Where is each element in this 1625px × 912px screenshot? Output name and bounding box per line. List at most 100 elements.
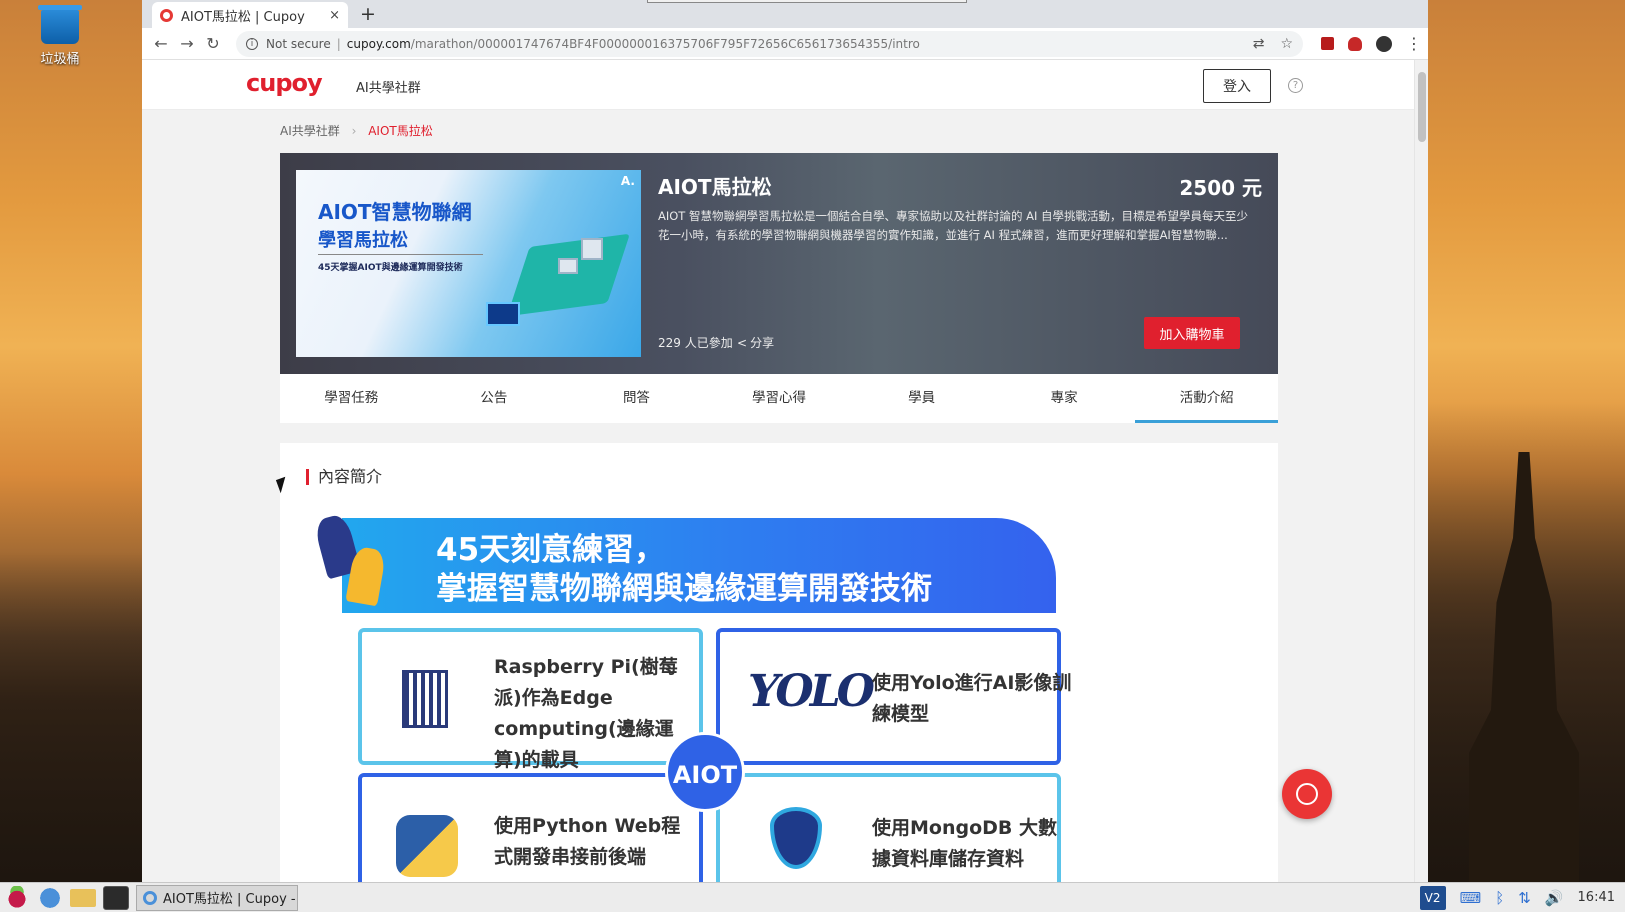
tab-event-intro[interactable]: 活動介紹 bbox=[1135, 374, 1278, 423]
browser-toolbar: ← → ↻ i Not secure | cupoy.com/marathon/… bbox=[142, 28, 1428, 60]
system-tray: V2 ⌨ ᛒ ⇅ 🔊 16:41 bbox=[1419, 885, 1621, 910]
cube-illustration bbox=[581, 238, 603, 260]
feature-text: 使用Python Web程式開發串接前後端 bbox=[494, 815, 681, 868]
file-manager-icon[interactable] bbox=[70, 888, 96, 907]
content-panel: 內容簡介 45天刻意練習， 掌握智慧物聯網與邊緣運算開發技術 Raspberry… bbox=[280, 443, 1278, 882]
share-icon: < bbox=[737, 336, 748, 350]
python-logo-icon bbox=[396, 815, 458, 877]
marathon-title: AIOT馬拉松 bbox=[658, 175, 772, 199]
brand-nav-link[interactable]: AI共學社群 bbox=[356, 77, 421, 96]
feature-text: 使用MongoDB 大數據資料庫儲存資料 bbox=[872, 817, 1058, 870]
breadcrumb: AI共學社群 › AIOT馬拉松 bbox=[280, 122, 433, 139]
cover-divider bbox=[318, 254, 483, 255]
feature-card-python: 使用Python Web程式開發串接前後端 bbox=[358, 773, 703, 882]
tab-strip: AIOT馬拉松 | Cupoy × + bbox=[142, 0, 1428, 28]
taskbar-window-button[interactable]: AIOT馬拉松 | Cupoy - ... bbox=[136, 884, 298, 911]
address-bar[interactable]: i Not secure | cupoy.com/marathon/000001… bbox=[236, 30, 1303, 57]
feature-text: Raspberry Pi(樹莓派)作為Edge computing(邊緣運算)的… bbox=[494, 656, 678, 771]
tab-learning-notes[interactable]: 學習心得 bbox=[708, 374, 851, 423]
forward-button[interactable]: → bbox=[174, 34, 200, 53]
cube-illustration bbox=[558, 258, 578, 274]
url-host: cupoy.com bbox=[346, 36, 411, 51]
window-sliver bbox=[647, 0, 967, 3]
cupoy-favicon-icon bbox=[160, 8, 173, 22]
address-separator: | bbox=[336, 36, 341, 51]
raspberry-pi-icon bbox=[402, 670, 448, 728]
page-viewport: cupoy AI共學社群 登入 ? AI共學社群 › AIOT馬拉松 AIOT智… bbox=[142, 60, 1428, 882]
taskbar-window-label: AIOT馬拉松 | Cupoy - ... bbox=[163, 892, 298, 907]
reload-button[interactable]: ↻ bbox=[200, 34, 226, 53]
chat-bubble-button[interactable] bbox=[1282, 769, 1332, 819]
login-button[interactable]: 登入 bbox=[1203, 69, 1271, 103]
keyboard-icon[interactable]: ⌨ bbox=[1460, 889, 1482, 907]
feature-card-mongodb: 使用MongoDB 大數據資料庫儲存資料 bbox=[716, 773, 1061, 882]
cover-subtitle: 45天掌握AIOT與邊緣運算開發技術 bbox=[318, 263, 463, 273]
browser-menu-icon[interactable]: ⋮ bbox=[1406, 34, 1422, 53]
volume-icon[interactable]: 🔊 bbox=[1545, 889, 1564, 907]
bookmark-star-icon[interactable]: ☆ bbox=[1280, 36, 1293, 52]
marathon-description: AIOT 智慧物聯網學習馬拉松是一個結合自學、專家協助以及社群討論的 AI 自學… bbox=[658, 209, 1249, 242]
terminal-icon[interactable] bbox=[103, 885, 129, 910]
section-title: 內容簡介 bbox=[306, 469, 382, 485]
profile-avatar-icon[interactable] bbox=[1376, 35, 1392, 52]
trash-icon bbox=[38, 5, 82, 44]
cover-title-line1: AIOT智慧物聯網 bbox=[318, 200, 472, 224]
feature-text: 使用Yolo進行AI影像訓練模型 bbox=[872, 672, 1072, 725]
bluetooth-icon[interactable]: ᛒ bbox=[1495, 889, 1504, 907]
trash-label: 垃圾桶 bbox=[40, 52, 80, 67]
url-path: /marathon/000001747674BF4F00000001637570… bbox=[410, 36, 920, 51]
add-to-cart-button[interactable]: 加入購物車 bbox=[1144, 317, 1240, 349]
cupoy-logo[interactable]: cupoy bbox=[246, 69, 323, 97]
feature-card-raspberry-pi: Raspberry Pi(樹莓派)作為Edge computing(邊緣運算)的… bbox=[358, 628, 703, 771]
security-label: Not secure bbox=[266, 36, 331, 51]
taskbar: AIOT馬拉松 | Cupoy - ... V2 ⌨ ᛒ ⇅ 🔊 16:41 bbox=[0, 882, 1625, 912]
close-tab-icon[interactable]: × bbox=[329, 8, 340, 23]
intro-banner-image: 45天刻意練習， 掌握智慧物聯網與邊緣運算開發技術 Raspberry Pi(樹… bbox=[310, 512, 1071, 882]
breadcrumb-current: AIOT馬拉松 bbox=[368, 124, 433, 138]
chromium-icon bbox=[143, 890, 157, 905]
clock: 16:41 bbox=[1577, 890, 1615, 905]
site-header: cupoy AI共學社群 登入 ? bbox=[142, 60, 1428, 110]
share-label: 分享 bbox=[750, 336, 775, 350]
desktop-trash[interactable]: 垃圾桶 bbox=[28, 5, 92, 67]
aiot-center-badge: AIOT bbox=[665, 732, 745, 812]
web-browser-icon[interactable] bbox=[37, 885, 63, 910]
breadcrumb-separator: › bbox=[351, 124, 357, 138]
new-tab-button[interactable]: + bbox=[360, 3, 376, 25]
tab-learning-tasks[interactable]: 學習任務 bbox=[280, 374, 423, 423]
network-icon[interactable]: ⇅ bbox=[1518, 889, 1531, 907]
tab-students[interactable]: 學員 bbox=[850, 374, 993, 423]
tab-title: AIOT馬拉松 | Cupoy bbox=[181, 9, 305, 25]
cover-title-line2: 學習馬拉松 bbox=[318, 230, 408, 251]
participant-count: 229 人已參加 bbox=[658, 336, 733, 350]
circuit-board-illustration bbox=[507, 233, 630, 317]
cover-badge: A. bbox=[620, 174, 635, 188]
tab-experts[interactable]: 專家 bbox=[993, 374, 1136, 423]
yolo-logo-icon: YOLO bbox=[748, 666, 875, 717]
scroll-thumb[interactable] bbox=[1418, 72, 1426, 142]
marathon-price: 2500 元 bbox=[1179, 176, 1262, 200]
feature-card-yolo: YOLO 使用Yolo進行AI影像訓練模型 bbox=[716, 628, 1071, 765]
info-icon[interactable]: i bbox=[246, 37, 258, 50]
banner-line2: 掌握智慧物聯網與邊緣運算開發技術 bbox=[436, 571, 932, 607]
marathon-hero: AIOT智慧物聯網 學習馬拉松 45天掌握AIOT與邊緣運算開發技術 A. AI… bbox=[280, 153, 1278, 374]
shield-extension-icon[interactable] bbox=[1348, 36, 1362, 51]
share-link[interactable]: < 分享 bbox=[737, 334, 774, 351]
breadcrumb-home[interactable]: AI共學社群 bbox=[280, 124, 340, 138]
translate-icon[interactable]: ⇄ bbox=[1253, 36, 1265, 52]
hero-cover-image: AIOT智慧物聯網 學習馬拉松 45天掌握AIOT與邊緣運算開發技術 A. bbox=[296, 170, 641, 357]
banner-header: 45天刻意練習， 掌握智慧物聯網與邊緣運算開發技術 bbox=[342, 518, 1056, 613]
back-button[interactable]: ← bbox=[148, 34, 174, 53]
browser-window: AIOT馬拉松 | Cupoy × + ← → ↻ i Not secure |… bbox=[142, 0, 1428, 882]
help-icon[interactable]: ? bbox=[1288, 78, 1303, 93]
browser-tab[interactable]: AIOT馬拉松 | Cupoy × bbox=[152, 2, 348, 28]
marathon-tabs: 學習任務 公告 問答 學習心得 學員 專家 活動介紹 bbox=[280, 374, 1278, 423]
mongodb-logo-icon bbox=[770, 807, 822, 869]
monitor-illustration bbox=[486, 302, 520, 326]
tab-announcements[interactable]: 公告 bbox=[423, 374, 566, 423]
extension-icon[interactable] bbox=[1321, 37, 1334, 50]
raspberry-menu-icon[interactable] bbox=[4, 885, 30, 910]
page-scrollbar[interactable] bbox=[1414, 60, 1428, 882]
vnc-icon[interactable]: V2 bbox=[1419, 885, 1446, 910]
tab-qa[interactable]: 問答 bbox=[565, 374, 708, 423]
